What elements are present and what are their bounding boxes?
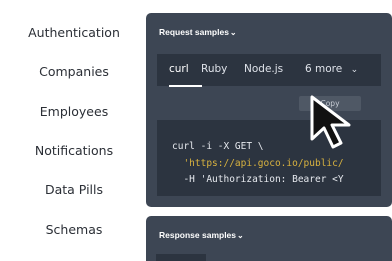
mouse-cursor-icon xyxy=(310,95,351,149)
code-line: curl -i -X GET \ xyxy=(172,141,264,152)
sidebar-item-data-pills[interactable]: Data Pills xyxy=(0,182,148,197)
sidebar-item-companies[interactable]: Companies xyxy=(0,64,148,79)
sidebar-item-schemas[interactable]: Schemas xyxy=(0,222,148,237)
chevron-down-icon: ⌄ xyxy=(237,231,244,240)
code-line: 'https://api.goco.io/public/ xyxy=(172,158,344,169)
code-line: -H 'Authorization: Bearer <Y xyxy=(172,174,344,185)
chevron-down-icon: ⌄ xyxy=(229,28,237,37)
tab-more-label: 6 more xyxy=(305,63,343,75)
request-samples-title: Request samples xyxy=(159,27,229,37)
response-samples-toggle[interactable]: Response samples⌄ xyxy=(159,230,244,240)
active-tab-indicator xyxy=(169,85,202,87)
tab-nodejs[interactable]: Node.js xyxy=(244,63,283,75)
tab-more[interactable]: 6 more ⌄ xyxy=(305,63,358,75)
response-tabs-strip xyxy=(156,254,206,261)
tab-ruby[interactable]: Ruby xyxy=(201,63,227,75)
sidebar-item-employees[interactable]: Employees xyxy=(0,104,148,119)
sidebar-item-notifications[interactable]: Notifications xyxy=(0,143,148,158)
response-samples-panel: Response samples⌄ xyxy=(146,216,392,261)
sidebar: Authentication Companies Employees Notif… xyxy=(0,0,148,261)
language-tabs: curl Ruby Node.js 6 more ⌄ xyxy=(157,54,381,87)
tab-curl[interactable]: curl xyxy=(169,63,189,75)
request-samples-toggle[interactable]: Request samples⌄ xyxy=(159,27,237,37)
chevron-down-icon: ⌄ xyxy=(350,65,359,75)
response-samples-title: Response samples xyxy=(159,230,237,240)
sidebar-item-authentication[interactable]: Authentication xyxy=(0,25,148,40)
